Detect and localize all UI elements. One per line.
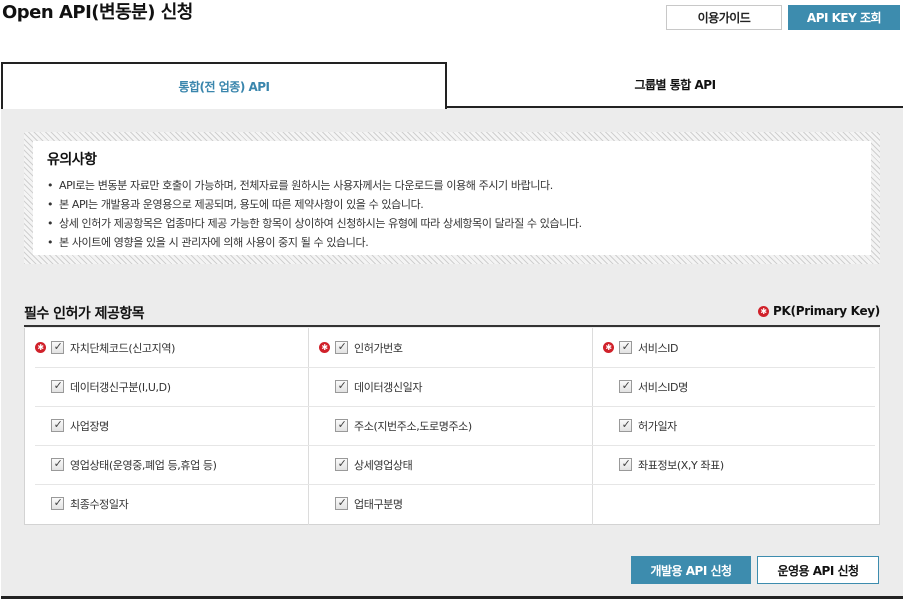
field-checkbox[interactable] — [335, 340, 348, 354]
field-checkbox[interactable] — [51, 340, 64, 354]
field-item: 허가일자 — [603, 406, 871, 445]
page-title: Open API(변동분) 신청 — [2, 2, 193, 23]
asterisk-circle-icon — [758, 305, 770, 317]
field-checkbox[interactable] — [335, 379, 348, 393]
field-checkbox[interactable] — [51, 418, 64, 432]
field-label: 자치단체코드(신고지역) — [70, 341, 175, 355]
api-type-tabs: 통합(전 업종) API 그룹별 통합 API — [0, 62, 903, 109]
field-checkbox[interactable] — [335, 457, 348, 471]
field-checkbox[interactable] — [51, 457, 64, 471]
pk-legend: PK(Primary Key) — [758, 304, 880, 318]
field-item: 데이터갱신구분(I,U,D) — [35, 367, 307, 406]
field-label: 서비스ID — [638, 341, 679, 355]
field-item: 주소(지번주소,도로명주소) — [319, 406, 591, 445]
field-label: 주소(지번주소,도로명주소) — [354, 419, 472, 433]
field-label: 인허가번호 — [354, 341, 403, 355]
field-label: 데이터갱신일자 — [354, 380, 423, 394]
field-item: 자치단체코드(신고지역) — [35, 328, 307, 367]
notice-item: 본 사이트에 영향을 있을 시 관리자에 의해 사용이 중지 될 수 있습니다. — [47, 233, 857, 252]
field-checkbox[interactable] — [619, 457, 632, 471]
asterisk-circle-icon — [603, 342, 614, 353]
field-label: 사업장명 — [70, 419, 109, 433]
field-item: 최종수정일자 — [35, 484, 307, 523]
field-item: 업태구분명 — [319, 484, 591, 523]
field-label: 서비스ID명 — [638, 380, 688, 394]
field-label: 최종수정일자 — [70, 497, 129, 511]
field-checkbox[interactable] — [51, 379, 64, 393]
field-checkbox[interactable] — [335, 496, 348, 510]
field-label: 상세영업상태 — [354, 458, 413, 472]
field-item: 좌표정보(X,Y 좌표) — [603, 445, 871, 484]
notice-box: 유의사항 API로는 변동분 자료만 호출이 가능하며, 전체자료를 원하시는 … — [24, 132, 880, 264]
field-item: 데이터갱신일자 — [319, 367, 591, 406]
notice-inner: 유의사항 API로는 변동분 자료만 호출이 가능하며, 전체자료를 원하시는 … — [33, 141, 871, 255]
field-checkbox[interactable] — [619, 418, 632, 432]
notice-item: 본 API는 개발용과 운영용으로 제공되며, 용도에 따른 제약사항이 있을 … — [47, 195, 857, 214]
field-label: 영업상태(운영중,폐업 등,휴업 등) — [70, 458, 217, 472]
tab-group-integrated-api[interactable]: 그룹별 통합 API — [447, 62, 903, 108]
notice-item: 상세 인허가 제공항목은 업종마다 제공 가능한 항목이 상이하여 신청하시는 … — [47, 214, 857, 233]
field-label: 업태구분명 — [354, 497, 403, 511]
field-label: 허가일자 — [638, 419, 677, 433]
grid-column-divider — [308, 328, 309, 525]
field-label: 데이터갱신구분(I,U,D) — [70, 380, 171, 394]
usage-guide-button[interactable]: 이용가이드 — [666, 5, 782, 30]
field-item: 영업상태(운영중,폐업 등,휴업 등) — [35, 445, 307, 484]
field-checkbox[interactable] — [335, 418, 348, 432]
field-item: 인허가번호 — [319, 328, 591, 367]
field-item: 사업장명 — [35, 406, 307, 445]
dev-api-request-button[interactable]: 개발용 API 신청 — [631, 556, 751, 584]
asterisk-circle-icon — [319, 342, 330, 353]
field-checkbox[interactable] — [619, 340, 632, 354]
notice-list: API로는 변동분 자료만 호출이 가능하며, 전체자료를 원하시는 사용자께서… — [47, 176, 857, 252]
field-checkbox[interactable] — [51, 496, 64, 510]
field-label: 좌표정보(X,Y 좌표) — [638, 458, 724, 472]
asterisk-circle-icon — [35, 342, 46, 353]
field-item: 상세영업상태 — [319, 445, 591, 484]
api-key-lookup-button[interactable]: API KEY 조회 — [788, 5, 900, 30]
grid-column-divider — [592, 328, 593, 525]
required-fields-grid: 자치단체코드(신고지역) 인허가번호 서비스ID 데이터갱신구분(I,U,D) 데이터갱… — [24, 328, 880, 525]
ops-api-request-button[interactable]: 운영용 API 신청 — [757, 556, 879, 584]
notice-title: 유의사항 — [47, 152, 97, 168]
required-fields-title: 필수 인허가 제공항목 — [24, 306, 145, 322]
section-divider — [24, 325, 880, 327]
field-item: 서비스ID명 — [603, 367, 871, 406]
field-checkbox[interactable] — [619, 379, 632, 393]
field-item: 서비스ID — [603, 328, 871, 367]
notice-item: API로는 변동분 자료만 호출이 가능하며, 전체자료를 원하시는 사용자께서… — [47, 176, 857, 195]
tab-integrated-api[interactable]: 통합(전 업종) API — [1, 62, 447, 109]
pk-legend-label: PK(Primary Key) — [773, 304, 880, 318]
